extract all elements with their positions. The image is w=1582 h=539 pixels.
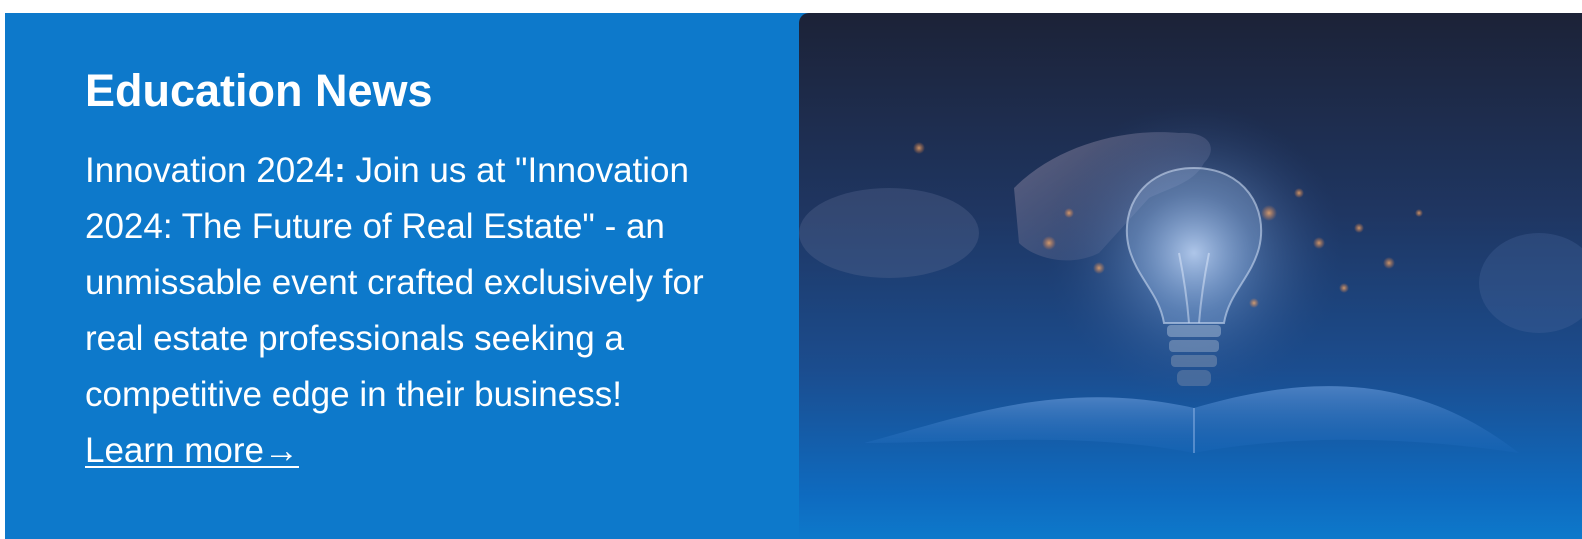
news-event-name: Innovation 2024 (85, 151, 335, 190)
news-text-column: Education News Innovation 2024: Join us … (85, 63, 765, 479)
news-description: Innovation 2024: Join us at "Innovation … (85, 143, 765, 479)
education-news-banner: Education News Innovation 2024: Join us … (5, 13, 1582, 539)
news-colon: : (334, 151, 346, 190)
news-body: Join us at "Innovation 2024: The Future … (85, 151, 704, 414)
learn-more-link[interactable]: Learn more→ (85, 423, 299, 479)
news-title: Education News (85, 65, 433, 116)
news-hero-image (799, 13, 1582, 539)
lightbulb-book-illustration (799, 103, 1582, 453)
